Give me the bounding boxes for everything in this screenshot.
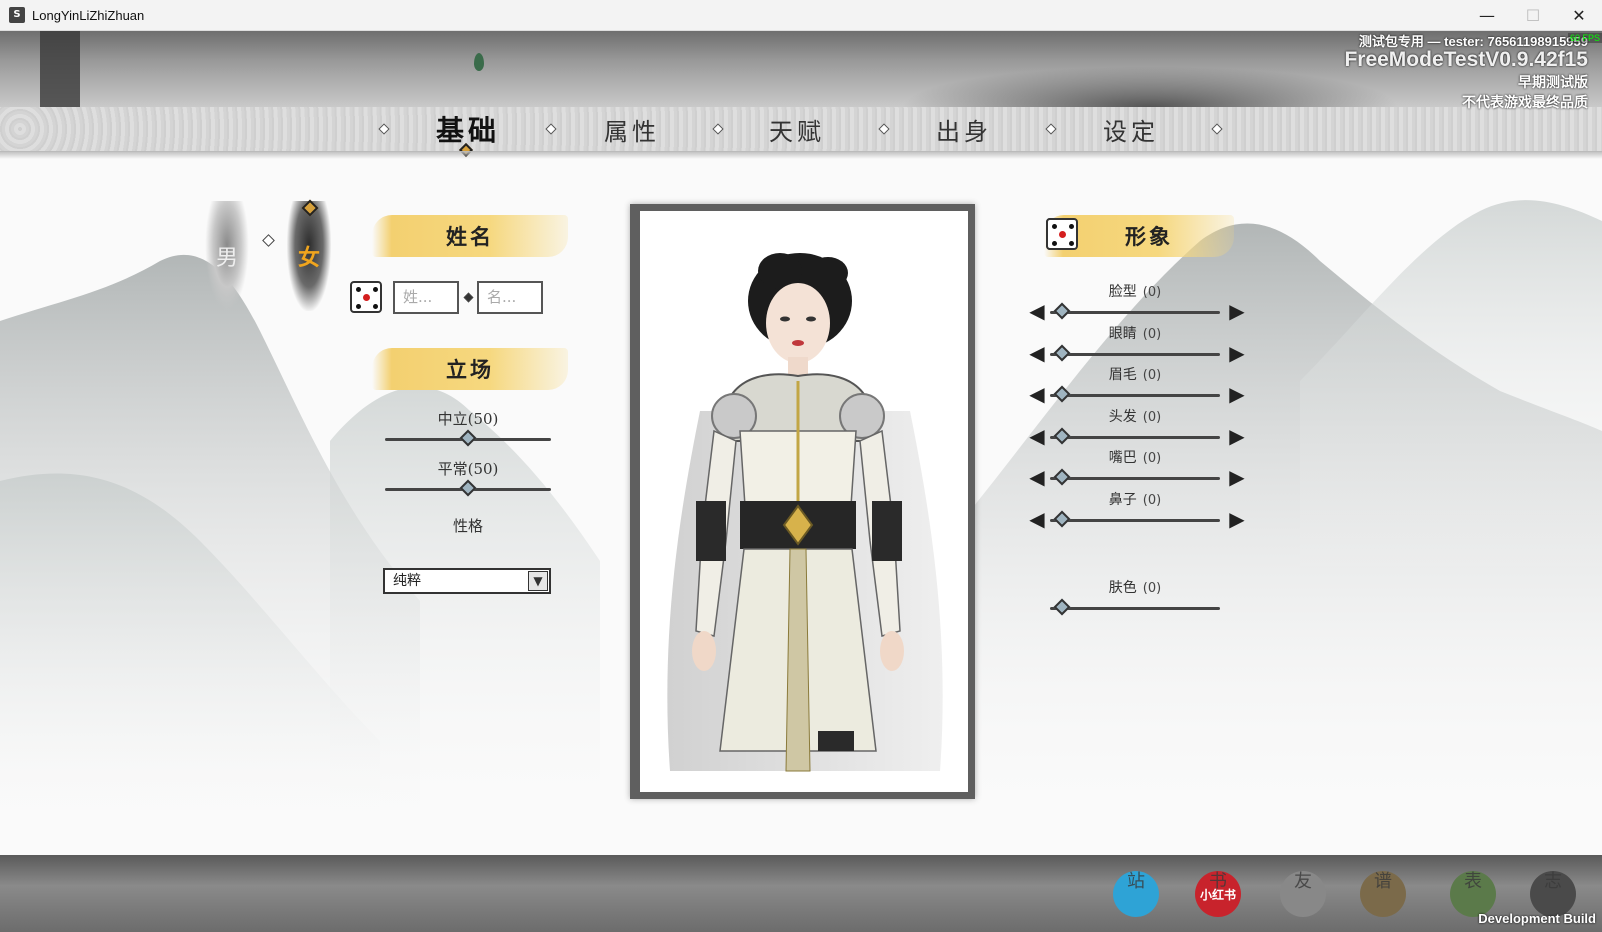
bilibili-icon[interactable]: 站	[1113, 871, 1159, 917]
appearance-slider-track[interactable]	[1050, 311, 1220, 314]
tab-bar: 基础 属性 天赋 出身 设定	[0, 107, 1602, 159]
appearance-slider-label-text: 头发	[1108, 408, 1137, 425]
increase-arrow-icon[interactable]: ▶	[1226, 342, 1248, 364]
window-controls: — ☐ ✕	[1464, 0, 1602, 31]
minimize-button[interactable]: —	[1464, 0, 1510, 31]
tab-divider	[1045, 123, 1057, 135]
given-name-input[interactable]: 名...	[477, 281, 543, 314]
tab-divider	[545, 123, 557, 135]
skin-label: 肤色 (0)	[1080, 577, 1190, 597]
increase-arrow-icon[interactable]: ▶	[1226, 383, 1248, 405]
appearance-slider-track[interactable]	[1050, 477, 1220, 480]
qq-icon[interactable]: 友	[1280, 871, 1326, 917]
appearance-slider-track[interactable]	[1050, 394, 1220, 397]
appearance-slider-label: 眉毛 (0)	[1080, 364, 1190, 384]
decrease-arrow-icon[interactable]: ◀	[1026, 425, 1048, 447]
gender-female-button[interactable]: 女	[287, 201, 331, 311]
appearance-slider-value: (0)	[1142, 492, 1162, 508]
disclaimer-label: 不代表游戏最终品质	[1462, 94, 1588, 110]
development-build-label: Development Build	[1478, 911, 1596, 926]
appearance-slider-label: 嘴巴 (0)	[1080, 447, 1190, 467]
personality-label: 性格	[452, 517, 483, 535]
decrease-arrow-icon[interactable]: ◀	[1026, 342, 1048, 364]
skin-slider-track[interactable]	[1050, 607, 1220, 610]
fps-counter: 60 FPS	[1567, 33, 1602, 43]
app-icon: S	[9, 7, 25, 23]
appearance-slider-label: 脸型 (0)	[1080, 281, 1190, 301]
window-titlebar: S LongYinLiZhiZhuan — ☐ ✕	[0, 0, 1602, 31]
tab-divider	[878, 123, 890, 135]
tab-divider	[712, 123, 724, 135]
version-label: FreeModeTestV0.9.42f15	[1344, 48, 1588, 71]
appearance-slider-value: (0)	[1142, 368, 1162, 383]
decrease-arrow-icon[interactable]: ◀	[1026, 300, 1048, 322]
appearance-slider-track[interactable]	[1050, 518, 1220, 522]
gender-male-button[interactable]: 男	[205, 201, 249, 311]
tab-settings[interactable]: 设定	[1091, 112, 1171, 147]
appearance-slider-value: (0)	[1142, 409, 1162, 425]
bottom-icon-glyph: 友	[1294, 871, 1312, 892]
game-viewport: 基础 属性 天赋 出身 设定 测试包专用 — tester: 765611989…	[0, 31, 1602, 932]
build-overlay: 测试包专用 — tester: 76561198915959 FreeModeT…	[1344, 31, 1602, 112]
maximize-button[interactable]: ☐	[1510, 0, 1556, 31]
increase-arrow-icon[interactable]: ▶	[1226, 300, 1248, 322]
appearance-slider-label: 鼻子 (0)	[1080, 489, 1190, 509]
decrease-arrow-icon[interactable]: ◀	[1026, 383, 1048, 405]
leaf-decoration	[474, 53, 484, 71]
bottom-bar: 站 小红书书 友 谱 表 志 Development Build	[0, 855, 1602, 932]
increase-arrow-icon[interactable]: ▶	[1226, 425, 1248, 447]
tab-basic[interactable]: 基础	[428, 109, 508, 149]
skin-label-text: 肤色	[1108, 580, 1137, 596]
tab-origin[interactable]: 出身	[924, 112, 1004, 147]
scroll-icon[interactable]: 谱	[1360, 871, 1406, 917]
appearance-slider-label: 头发 (0)	[1080, 406, 1190, 426]
appearance-slider-label-text: 鼻子	[1108, 491, 1137, 508]
appearance-slider-label-text: 眉毛	[1108, 367, 1137, 383]
surname-input[interactable]: 姓...	[393, 281, 459, 314]
personality-dropdown[interactable]: 纯粹 ▼	[383, 568, 551, 594]
decrease-arrow-icon[interactable]: ◀	[1026, 508, 1048, 530]
increase-arrow-icon[interactable]: ▶	[1226, 466, 1248, 488]
window-title: LongYinLiZhiZhuan	[32, 7, 145, 23]
stance-header: 立场	[372, 348, 568, 390]
bottom-icon-glyph: 志	[1544, 871, 1562, 892]
tab-talents[interactable]: 天赋	[757, 112, 837, 147]
bottom-icon-glyph: 站	[1127, 871, 1145, 892]
bottom-icon-glyph: 书	[1209, 871, 1227, 892]
early-test-label: 早期测试版	[1518, 74, 1588, 90]
stance-slider-2-label: 平常(50)	[437, 460, 499, 478]
stance-slider-1-label: 中立(50)	[437, 410, 499, 428]
tab-divider	[378, 123, 390, 135]
name-header: 姓名	[372, 215, 568, 257]
appearance-slider-label: 眼睛 (0)	[1080, 323, 1190, 343]
bottom-icon-glyph: 表	[1464, 871, 1482, 892]
random-appearance-dice-icon[interactable]	[1046, 218, 1078, 250]
appearance-slider-value: (0)	[1142, 326, 1162, 342]
character-portrait	[630, 204, 975, 799]
appearance-slider-track[interactable]	[1050, 435, 1220, 439]
character-figure-image	[667, 253, 943, 772]
personality-value: 纯粹	[393, 573, 421, 589]
tab-attributes[interactable]: 属性	[592, 112, 672, 147]
appearance-slider-track[interactable]	[1050, 352, 1220, 356]
chevron-down-icon[interactable]: ▼	[528, 571, 548, 591]
decrease-arrow-icon[interactable]: ◀	[1026, 466, 1048, 488]
tab-divider	[1211, 123, 1223, 135]
skin-value: (0)	[1142, 581, 1162, 596]
appearance-slider-label-text: 嘴巴	[1108, 450, 1137, 466]
increase-arrow-icon[interactable]: ▶	[1226, 508, 1248, 530]
bottom-icon-glyph: 谱	[1374, 871, 1392, 892]
xiaohongshu-icon[interactable]: 小红书书	[1195, 871, 1241, 917]
random-name-dice-icon[interactable]	[350, 281, 382, 313]
close-button[interactable]: ✕	[1556, 0, 1602, 31]
appearance-slider-value: (0)	[1142, 285, 1162, 300]
appearance-slider-label-text: 眼睛	[1108, 325, 1137, 342]
appearance-slider-value: (0)	[1142, 451, 1162, 466]
appearance-slider-label-text: 脸型	[1108, 284, 1137, 300]
